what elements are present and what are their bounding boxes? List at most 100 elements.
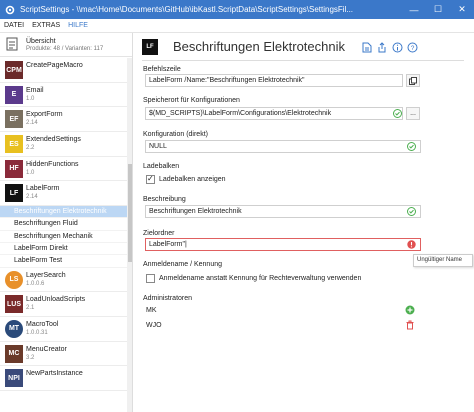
- menu-datei[interactable]: DATEI: [0, 22, 28, 29]
- product-version: 2.2: [26, 145, 35, 152]
- product-name: ExportForm: [26, 111, 63, 119]
- page-title: Beschriftungen Elektrotechnik: [173, 39, 345, 54]
- close-button[interactable]: ✕: [450, 0, 474, 19]
- product-name: LoadUnloadScripts: [26, 296, 86, 304]
- valid-check-icon: [407, 142, 416, 151]
- variant-item[interactable]: Beschriftungen Mechanik: [0, 231, 127, 244]
- product-version: 1.0.0.6: [26, 280, 45, 287]
- app-gear-icon: [4, 4, 16, 16]
- product-item[interactable]: LS LayerSearch 1.0.0.6: [0, 268, 127, 293]
- menu-bar: DATEI EXTRAS HILFE: [0, 19, 474, 33]
- variant-item[interactable]: LabelForm Test: [0, 255, 127, 268]
- product-badge-icon: E: [5, 85, 23, 104]
- product-version: 2.14: [26, 194, 38, 201]
- browse-button[interactable]: ...: [406, 107, 420, 120]
- product-badge-icon: LUS: [5, 295, 23, 314]
- product-item[interactable]: ES ExtendedSettings 2.2: [0, 132, 127, 157]
- sidebar: Übersicht Produkte: 48 / Varianten: 117 …: [0, 33, 133, 412]
- product-item[interactable]: MC MenuCreator 3.2: [0, 342, 127, 367]
- validation-tooltip: Ungültiger Name: [413, 254, 473, 267]
- product-name: MenuCreator: [26, 345, 67, 353]
- anmeldename-checkbox-label: Anmeldename anstatt Kennung für Rechteve…: [159, 275, 362, 282]
- variant-item[interactable]: LabelForm Direkt: [0, 243, 127, 256]
- variant-label: Beschriftungen Fluid: [14, 220, 78, 228]
- share-icon[interactable]: [376, 41, 388, 53]
- variant-label: Beschriftungen Elektrotechnik: [14, 208, 107, 216]
- admin-entry[interactable]: MK: [146, 307, 157, 314]
- variant-item[interactable]: Beschriftungen Elektrotechnik: [0, 206, 127, 219]
- variant-label: LabelForm Direkt: [14, 245, 68, 253]
- konfiguration-input[interactable]: NULL: [145, 140, 421, 153]
- header-divider: [142, 60, 464, 61]
- product-badge-icon: ES: [5, 135, 23, 154]
- overview-subtitle: Produkte: 48 / Varianten: 117: [26, 46, 104, 52]
- product-item[interactable]: E Email 1.0: [0, 83, 127, 108]
- info-icon[interactable]: [391, 41, 403, 53]
- copy-icon: [409, 76, 417, 85]
- section-label-administratoren: Administratoren: [143, 295, 193, 302]
- window-title: ScriptSettings - \\mac\Home\Documents\Gi…: [20, 5, 354, 14]
- product-item[interactable]: LF LabelForm 2.14: [0, 181, 127, 207]
- ladebalken-checkbox-label: Ladebalken anzeigen: [159, 176, 226, 183]
- product-list: CPM CreatePageMacro E Email 1.0 EF ExportForm 2…: [0, 58, 127, 392]
- product-version: 2.14: [26, 120, 38, 127]
- section-label-befehlszeile: Befehlszeile: [143, 66, 181, 73]
- document-export-icon[interactable]: [361, 41, 373, 53]
- minimize-button[interactable]: —: [402, 0, 426, 19]
- variant-item[interactable]: Beschriftungen Fluid: [0, 218, 127, 231]
- variant-label: LabelForm Test: [14, 257, 63, 265]
- product-version: 1.0: [26, 95, 35, 102]
- ladebalken-checkbox[interactable]: [146, 174, 155, 184]
- section-label-speicherort: Speicherort für Konfigurationen: [143, 97, 240, 104]
- document-icon: [6, 37, 18, 51]
- error-icon: [407, 240, 416, 249]
- speicherort-input[interactable]: $(MD_SCRIPTS)\LabelForm\Configurations\E…: [145, 107, 403, 120]
- valid-check-icon: [393, 109, 402, 118]
- title-bar[interactable]: ScriptSettings - \\mac\Home\Documents\Gi…: [0, 0, 474, 19]
- valid-check-icon: [407, 207, 416, 216]
- product-version: 3.2: [26, 354, 35, 361]
- section-label-konfiguration: Konfiguration (direkt): [143, 131, 208, 138]
- product-badge-icon: LS: [5, 270, 23, 289]
- menu-hilfe[interactable]: HILFE: [64, 22, 92, 29]
- section-label-zielordner: Zielordner: [143, 230, 175, 237]
- product-item[interactable]: MT MacroTool 1.0.0.31: [0, 317, 127, 342]
- overview-item[interactable]: Übersicht Produkte: 48 / Varianten: 117: [0, 33, 132, 57]
- product-item[interactable]: CPM CreatePageMacro: [0, 58, 127, 83]
- befehlszeile-field: LabelForm /Name:"Beschriftungen Elektrot…: [145, 74, 403, 87]
- product-name: MacroTool: [26, 320, 59, 328]
- help-icon[interactable]: ?: [406, 41, 418, 53]
- svg-text:?: ?: [410, 45, 414, 52]
- product-item[interactable]: LUS LoadUnloadScripts 2.1: [0, 292, 127, 317]
- product-name: Email: [26, 86, 44, 94]
- product-badge-icon: CPM: [5, 61, 23, 79]
- main-panel: LF Beschriftungen Elektrotechnik ? Befeh…: [134, 33, 474, 412]
- overview-title: Übersicht: [26, 38, 56, 45]
- product-version: 1.0.0.31: [26, 329, 48, 336]
- sidebar-scrollbar[interactable]: [127, 58, 132, 412]
- menu-extras[interactable]: EXTRAS: [28, 22, 64, 29]
- product-item[interactable]: EF ExportForm 2.14: [0, 107, 127, 133]
- product-item[interactable]: NPI NewPartsInstance: [0, 366, 127, 392]
- anmeldename-checkbox[interactable]: [146, 274, 155, 283]
- product-badge-icon: MT: [5, 319, 23, 338]
- zielordner-input[interactable]: LabelForm"|: [145, 238, 421, 251]
- scrollbar-thumb[interactable]: [128, 164, 132, 262]
- delete-admin-icon[interactable]: [405, 320, 415, 330]
- app-window: ScriptSettings - \\mac\Home\Documents\Gi…: [0, 0, 474, 412]
- add-admin-icon[interactable]: [405, 305, 415, 315]
- product-badge-icon: LF: [5, 184, 23, 203]
- product-name: CreatePageMacro: [26, 62, 83, 69]
- product-name: HiddenFunctions: [26, 160, 79, 168]
- variant-label: Beschriftungen Mechanik: [14, 232, 93, 240]
- beschreibung-input[interactable]: Beschriftungen Elektrotechnik: [145, 205, 421, 218]
- product-badge: LF: [142, 39, 158, 55]
- product-badge-icon: MC: [5, 344, 23, 363]
- product-badge-icon: HF: [5, 159, 23, 178]
- section-label-beschreibung: Beschreibung: [143, 196, 186, 203]
- admin-entry[interactable]: WJO: [146, 322, 162, 329]
- product-item[interactable]: HF HiddenFunctions 1.0: [0, 157, 127, 182]
- maximize-button[interactable]: ☐: [426, 0, 450, 19]
- copy-button[interactable]: [406, 74, 420, 87]
- product-version: 1.0: [26, 169, 35, 176]
